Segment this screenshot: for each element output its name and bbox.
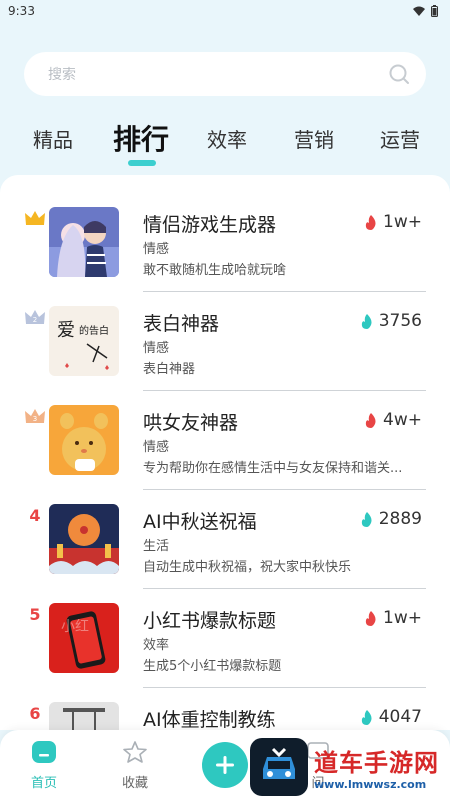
app-thumbnail — [49, 405, 119, 475]
wifi-icon — [413, 6, 425, 16]
flame-icon — [361, 511, 372, 527]
app-thumbnail — [49, 207, 119, 277]
bronze-crown-rank: 3 — [33, 415, 37, 423]
tab-ranking[interactable]: 排行 — [113, 118, 169, 158]
popularity-value: 1w+ — [383, 212, 422, 232]
category-tabs: 精品 排行 效率 营销 运营 — [0, 112, 450, 168]
nav-favorites-label: 收藏 — [121, 776, 148, 791]
list-item[interactable]: 2 爱 的告白 表白神器 情感 表白神器 3756 — [0, 274, 450, 391]
tab-featured[interactable]: 精品 — [33, 124, 73, 153]
list-item[interactable]: 情侣游戏生成器 情感 敢不敢随机生成哈就玩啥 1w+ — [0, 175, 450, 292]
app-thumbnail — [49, 504, 119, 574]
popularity-count: 4047 — [361, 707, 422, 727]
search-placeholder: 搜索 — [48, 67, 76, 83]
watermark: 道车手游网 www.lmwwsz.com — [250, 736, 446, 798]
search-input[interactable]: 搜索 — [24, 52, 426, 96]
silver-crown-rank: 2 — [33, 316, 37, 324]
app-title: 情侣游戏生成器 — [143, 214, 277, 236]
app-title: 表白神器 — [143, 313, 220, 335]
flame-icon — [365, 412, 376, 428]
silver-crown-icon: 2 — [22, 308, 48, 330]
app-thumbnail: 爱 的告白 — [49, 306, 119, 376]
app-title: 哄女友神器 — [143, 412, 239, 434]
bronze-crown-icon: 3 — [22, 407, 48, 429]
app-category: 生活 — [143, 539, 170, 554]
app-category: 情感 — [143, 242, 170, 257]
list-item[interactable]: 3 哄女友神器 情感 专为帮助你在感情生活中与女友保持和谐关... 4w+ — [0, 373, 450, 490]
svg-text:爱: 爱 — [57, 320, 75, 341]
rank-number: 5 — [29, 605, 41, 624]
status-bar: 9:33 — [0, 0, 450, 22]
popularity-value: 3756 — [378, 311, 422, 331]
search-icon[interactable] — [388, 63, 410, 85]
list-item[interactable]: 5 小红 小红书爆款标题 效率 生成5个小红书爆款标题 1w+ — [0, 571, 450, 688]
home-icon — [32, 741, 56, 763]
app-title: 小红书爆款标题 — [143, 610, 277, 632]
popularity-count: 3756 — [361, 311, 422, 331]
flame-icon — [361, 709, 372, 725]
flame-icon — [365, 610, 376, 626]
watermark-logo — [250, 738, 308, 796]
list-item[interactable]: 4 AI中秋送祝福 生活 自动生成中秋祝福，祝大家中秋快乐 2889 — [0, 472, 450, 589]
nav-home[interactable]: 首页 — [14, 740, 74, 791]
gold-crown-icon — [22, 209, 48, 231]
status-icons — [413, 5, 438, 17]
tab-efficiency[interactable]: 效率 — [207, 124, 247, 153]
svg-text:的告白: 的告白 — [79, 324, 109, 337]
flame-icon — [361, 313, 372, 329]
active-tab-indicator — [128, 160, 156, 166]
app-category: 情感 — [143, 440, 170, 455]
app-category: 情感 — [143, 341, 170, 356]
app-title: AI中秋送祝福 — [143, 511, 257, 533]
app-thumbnail — [49, 702, 119, 730]
ranking-list: 情侣游戏生成器 情感 敢不敢随机生成哈就玩啥 1w+ 2 爱 的告白 表白神器 … — [0, 175, 450, 730]
add-button[interactable] — [202, 742, 248, 788]
list-item[interactable]: 6 AI体重控制教练 4047 — [0, 670, 450, 730]
svg-text:小红: 小红 — [61, 619, 89, 635]
app-category: 效率 — [143, 638, 170, 653]
plus-icon — [216, 756, 234, 774]
popularity-count: 2889 — [361, 509, 422, 529]
flame-icon — [365, 214, 376, 230]
tab-marketing[interactable]: 营销 — [294, 124, 334, 153]
popularity-count: 1w+ — [365, 608, 422, 628]
nav-favorites[interactable]: 收藏 — [105, 740, 165, 791]
battery-icon — [431, 5, 438, 17]
popularity-value: 1w+ — [383, 608, 422, 628]
tab-operations[interactable]: 运营 — [380, 124, 420, 153]
popularity-value: 4w+ — [383, 410, 422, 430]
nav-home-label: 首页 — [30, 776, 57, 791]
star-icon — [123, 741, 147, 763]
popularity-count: 1w+ — [365, 212, 422, 232]
popularity-count: 4w+ — [365, 410, 422, 430]
popularity-value: 2889 — [378, 509, 422, 529]
watermark-title: 道车手游网 — [314, 749, 439, 777]
rank-number: 6 — [29, 704, 41, 723]
status-time: 9:33 — [8, 4, 35, 18]
popularity-value: 4047 — [378, 707, 422, 727]
app-thumbnail: 小红 — [49, 603, 119, 673]
watermark-url: www.lmwwsz.com — [314, 778, 427, 791]
app-title: AI体重控制教练 — [143, 709, 276, 730]
rank-number: 4 — [29, 506, 41, 525]
